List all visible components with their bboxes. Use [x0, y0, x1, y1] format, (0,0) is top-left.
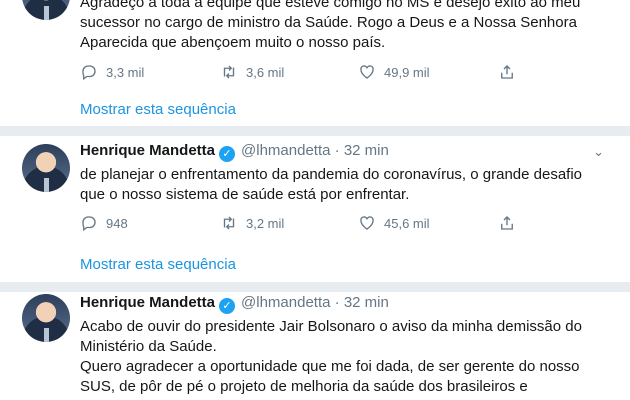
- tweet-text-line: Agradeço a toda a equipe que esteve comi…: [80, 0, 581, 11]
- share-icon: [501, 216, 513, 230]
- author-name[interactable]: Henrique Mandetta: [80, 294, 215, 311]
- tweet-3[interactable]: Henrique Mandetta ✓ @lhmandetta · 32 min A…: [0, 292, 630, 400]
- chevron-down-icon[interactable]: ⌄: [593, 144, 604, 160]
- show-thread-link[interactable]: Mostrar esta sequência: [80, 101, 236, 118]
- heart-icon: [360, 216, 374, 230]
- tweet-text-line: que o nosso sistema de saúde está por en…: [80, 186, 410, 203]
- tweet-text: Agradeço a toda a equipe que esteve comi…: [80, 0, 610, 53]
- verified-badge-icon: ✓: [219, 146, 236, 162]
- retweet-button[interactable]: 3,6 mil: [220, 63, 284, 81]
- retweet-count: 3,2 mil: [246, 215, 285, 231]
- thread-separator: [0, 126, 630, 136]
- avatar[interactable]: [22, 0, 70, 20]
- tweet-text-line: Acabo de ouvir do presidente Jair Bolson…: [80, 318, 582, 335]
- reply-button[interactable]: 948: [80, 214, 128, 232]
- tweet-time[interactable]: 32 min: [344, 142, 389, 159]
- tweet-text-line: Aparecida que abençoem muito o nosso paí…: [80, 34, 386, 51]
- tweet-text: de planejar o enfrentamento da pandemia …: [80, 165, 610, 205]
- tweet-actions: 948 3,2 mil 45,6 mil: [80, 214, 540, 234]
- reply-icon: [82, 216, 96, 232]
- meta-separator: ·: [334, 294, 340, 311]
- author-handle[interactable]: @lhmandetta: [241, 294, 330, 311]
- like-button[interactable]: 49,9 mil: [358, 63, 430, 81]
- tweet-text-line: de planejar o enfrentamento da pandemia …: [80, 166, 583, 183]
- share-icon: [501, 65, 513, 79]
- retweet-icon: [223, 216, 235, 230]
- like-button[interactable]: 45,6 mil: [358, 214, 430, 232]
- reply-count: 948: [106, 215, 128, 231]
- tweet-header: Henrique Mandetta ✓ @lhmandetta · 32 min: [80, 142, 389, 162]
- tweet-2[interactable]: Henrique Mandetta ✓ @lhmandetta · 32 min ⌄…: [0, 136, 630, 282]
- tweet-text-line: SUS, de pôr de pé o projeto de melhoria …: [80, 378, 528, 395]
- reply-button[interactable]: 3,3 mil: [80, 63, 144, 81]
- heart-icon: [360, 65, 374, 79]
- tweet-text-line: Quero agradecer a oportunidade que me fo…: [80, 358, 580, 375]
- author-name[interactable]: Henrique Mandetta: [80, 142, 215, 159]
- like-count: 49,9 mil: [384, 64, 430, 80]
- like-count: 45,6 mil: [384, 215, 430, 231]
- avatar[interactable]: [22, 144, 70, 192]
- retweet-icon: [223, 65, 235, 79]
- tweet-actions: 3,3 mil 3,6 mil 49,9 mil: [80, 63, 540, 83]
- avatar[interactable]: [22, 294, 70, 342]
- thread-separator: [0, 282, 630, 292]
- reply-icon: [82, 65, 96, 81]
- retweet-button[interactable]: 3,2 mil: [220, 214, 284, 232]
- tweet-1[interactable]: Agradeço a toda a equipe que esteve comi…: [0, 0, 630, 122]
- retweet-count: 3,6 mil: [246, 64, 285, 80]
- show-thread-link[interactable]: Mostrar esta sequência: [80, 256, 236, 273]
- tweet-time[interactable]: 32 min: [344, 294, 389, 311]
- share-button[interactable]: [498, 63, 516, 81]
- tweet-text-line: Ministério da Saúde.: [80, 338, 217, 355]
- tweet-header: Henrique Mandetta ✓ @lhmandetta · 32 min: [80, 294, 389, 314]
- reply-count: 3,3 mil: [106, 64, 145, 80]
- author-handle[interactable]: @lhmandetta: [241, 142, 330, 159]
- tweet-text-line: sucessor no cargo de ministro da Saúde. …: [80, 14, 577, 31]
- tweet-text: Acabo de ouvir do presidente Jair Bolson…: [80, 317, 610, 397]
- meta-separator: ·: [334, 142, 340, 159]
- share-button[interactable]: [498, 214, 516, 232]
- verified-badge-icon: ✓: [219, 298, 236, 314]
